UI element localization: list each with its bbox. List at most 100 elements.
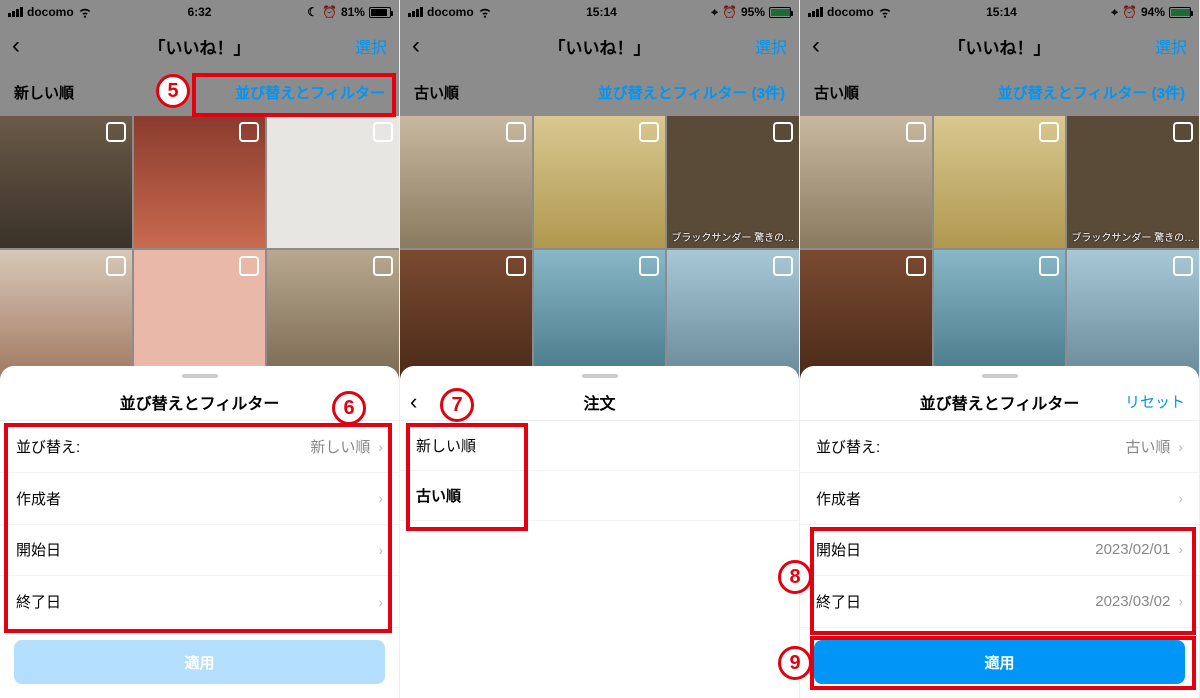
- select-checkbox[interactable]: [1039, 256, 1059, 276]
- thumbnail[interactable]: [400, 116, 532, 248]
- row-end-date[interactable]: 終了日 2023/03/02›: [800, 576, 1199, 628]
- row-label: 終了日: [816, 591, 861, 612]
- nav-header: ‹ 「いいね！」 選択: [400, 24, 799, 68]
- select-checkbox[interactable]: [1173, 256, 1193, 276]
- thumbnail[interactable]: [800, 250, 932, 382]
- thumbnail[interactable]: [0, 116, 132, 248]
- select-checkbox[interactable]: [106, 256, 126, 276]
- back-button[interactable]: ‹: [812, 32, 832, 60]
- row-label: 開始日: [816, 539, 861, 560]
- row-author[interactable]: 作成者 ›: [800, 473, 1199, 525]
- back-button[interactable]: ‹: [412, 32, 432, 60]
- select-checkbox[interactable]: [239, 256, 259, 276]
- phone-3: docomo 15:14 ⌖ ⏰ 94% ‹ 「いいね！」 選択 古い順 並び替…: [800, 0, 1200, 698]
- row-label: 作成者: [816, 488, 861, 509]
- select-checkbox[interactable]: [906, 122, 926, 142]
- nav-header: ‹ 「いいね！」 選択: [800, 24, 1199, 68]
- filter-sheet: 並び替えとフィルター リセット 並び替え: 古い順 › 作成者 › 開始日 202…: [800, 366, 1199, 698]
- select-button[interactable]: 選択: [355, 34, 387, 58]
- filter-button[interactable]: 並び替えとフィルター (3件): [998, 82, 1185, 103]
- sheet-handle[interactable]: [582, 374, 618, 378]
- annotation-bubble: 6: [332, 391, 366, 425]
- select-checkbox[interactable]: [239, 122, 259, 142]
- option-oldest[interactable]: 古い順: [400, 471, 799, 521]
- filter-row: 古い順 並び替えとフィルター (3件): [400, 68, 799, 116]
- reset-button[interactable]: リセット: [1125, 391, 1185, 412]
- sheet-handle[interactable]: [982, 374, 1018, 378]
- page-title: 「いいね！」: [949, 34, 1051, 59]
- annotation-bubble: 7: [440, 388, 474, 422]
- filter-row: 古い順 並び替えとフィルター (3件): [800, 68, 1199, 116]
- back-button[interactable]: ‹: [12, 32, 32, 60]
- select-checkbox[interactable]: [773, 256, 793, 276]
- row-label: 並び替え:: [816, 436, 880, 457]
- sheet-title: 並び替えとフィルター: [920, 390, 1080, 414]
- thumbnail[interactable]: [134, 116, 266, 248]
- thumbnail[interactable]: [0, 250, 132, 382]
- chevron-right-icon: ›: [1178, 541, 1183, 557]
- row-start-date[interactable]: 開始日 ›: [0, 525, 399, 577]
- select-checkbox[interactable]: [373, 256, 393, 276]
- page-title: 「いいね！」: [149, 34, 251, 59]
- chevron-right-icon: ›: [1178, 439, 1183, 455]
- row-end-date[interactable]: 終了日 ›: [0, 576, 399, 628]
- sort-label: 古い順: [814, 82, 859, 103]
- row-start-date[interactable]: 開始日 2023/02/01 ›: [800, 525, 1199, 577]
- thumbnail[interactable]: [934, 250, 1066, 382]
- thumb-label: ブラックサンダー 驚きの真実: [671, 229, 795, 244]
- thumbnail[interactable]: ブラックサンダー 驚きの真実: [1067, 116, 1199, 248]
- thumbnail[interactable]: [1067, 250, 1199, 382]
- select-checkbox[interactable]: [106, 122, 126, 142]
- row-label: 終了日: [16, 591, 61, 612]
- thumbnail[interactable]: [667, 250, 799, 382]
- apply-button[interactable]: 適用: [814, 640, 1185, 684]
- annotation-bubble: 8: [778, 560, 812, 594]
- select-checkbox[interactable]: [639, 122, 659, 142]
- annotation-bubble: 9: [778, 646, 812, 680]
- chevron-right-icon: ›: [378, 439, 383, 455]
- select-checkbox[interactable]: [639, 256, 659, 276]
- phone-1: docomo 6:32 ☾ ⏰ 81% ‹ 「いいね！」 選択 新しい順 並び替…: [0, 0, 400, 698]
- chevron-right-icon: ›: [1178, 490, 1183, 506]
- row-value: 新しい順: [310, 439, 370, 456]
- row-value: 2023/02/01: [1095, 541, 1170, 558]
- chevron-right-icon: ›: [378, 594, 383, 610]
- apply-button[interactable]: 適用: [14, 640, 385, 684]
- thumb-label: ブラックサンダー 驚きの真実: [1071, 229, 1195, 244]
- select-checkbox[interactable]: [906, 256, 926, 276]
- thumbnail[interactable]: ブラックサンダー 驚きの真実: [667, 116, 799, 248]
- thumbnail[interactable]: [267, 250, 399, 382]
- select-checkbox[interactable]: [506, 122, 526, 142]
- row-value: 古い順: [1125, 439, 1170, 456]
- row-label: 並び替え:: [16, 436, 80, 457]
- thumbnail[interactable]: [400, 250, 532, 382]
- thumbnail[interactable]: [267, 116, 399, 248]
- row-author[interactable]: 作成者 ›: [0, 473, 399, 525]
- option-newest[interactable]: 新しい順: [400, 421, 799, 471]
- thumbnail[interactable]: [934, 116, 1066, 248]
- row-sort[interactable]: 並び替え: 新しい順 ›: [0, 421, 399, 473]
- select-checkbox[interactable]: [373, 122, 393, 142]
- thumbnail-grid: ブラックサンダー 驚きの真実 ヴィーガ アラビア料理: [400, 116, 799, 406]
- thumbnail[interactable]: [534, 116, 666, 248]
- select-checkbox[interactable]: [1039, 122, 1059, 142]
- filter-button[interactable]: 並び替えとフィルター: [235, 82, 385, 103]
- thumbnail[interactable]: [134, 250, 266, 382]
- page-title: 「いいね！」: [549, 34, 651, 59]
- sheet-title: 並び替えとフィルター: [120, 390, 280, 414]
- chevron-right-icon: ›: [378, 490, 383, 506]
- thumbnail[interactable]: [534, 250, 666, 382]
- row-label: 開始日: [16, 539, 61, 560]
- select-button[interactable]: 選択: [755, 34, 787, 58]
- row-sort[interactable]: 並び替え: 古い順 ›: [800, 421, 1199, 473]
- sheet-handle[interactable]: [182, 374, 218, 378]
- sheet-back-button[interactable]: ‹: [410, 389, 417, 415]
- nav-header: ‹ 「いいね！」 選択: [0, 24, 399, 68]
- select-checkbox[interactable]: [1173, 122, 1193, 142]
- thumbnail[interactable]: [800, 116, 932, 248]
- select-checkbox[interactable]: [773, 122, 793, 142]
- select-checkbox[interactable]: [506, 256, 526, 276]
- thumbnail-grid: 思い出 他人: [0, 116, 399, 406]
- select-button[interactable]: 選択: [1155, 34, 1187, 58]
- filter-button[interactable]: 並び替えとフィルター (3件): [598, 82, 785, 103]
